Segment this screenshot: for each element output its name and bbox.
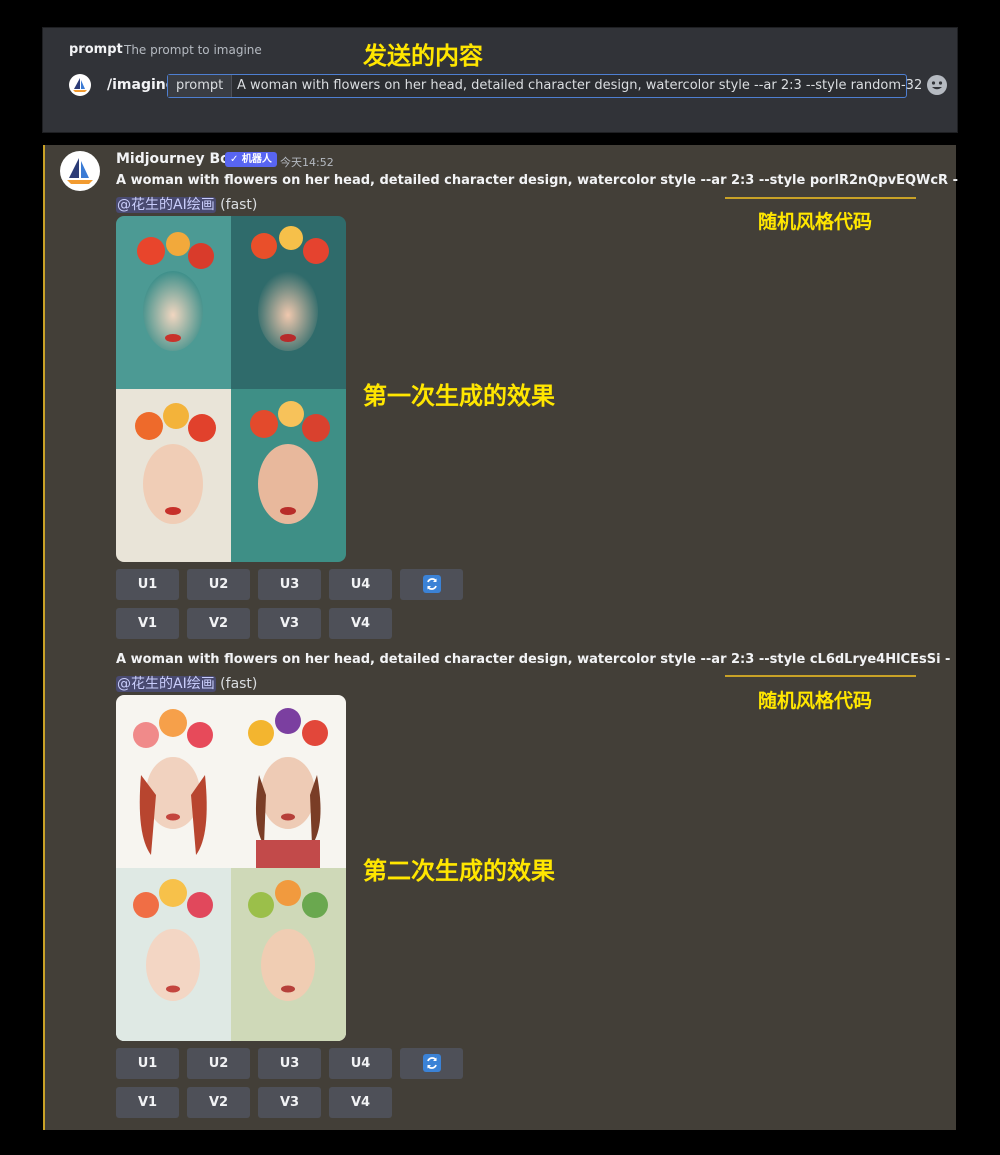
style-code-underline	[725, 675, 916, 677]
refresh-icon	[422, 575, 441, 593]
upscale-3-button[interactable]: U3	[258, 1048, 321, 1079]
image-grid[interactable]	[116, 695, 346, 1041]
prompt-text: A woman with flowers on her head, detail…	[116, 652, 951, 667]
timestamp: 今天14:52	[280, 156, 334, 169]
variation-3-button[interactable]: V3	[258, 1087, 321, 1118]
option-name: prompt	[69, 42, 123, 57]
annotation-sent-content: 发送的内容	[363, 42, 483, 70]
speed-tag: (fast)	[220, 197, 258, 213]
sailboat-icon	[61, 152, 99, 190]
variation-2-button[interactable]: V2	[187, 1087, 250, 1118]
annotation-style-code: 随机风格代码	[758, 690, 873, 712]
variation-3-button[interactable]: V3	[258, 608, 321, 639]
reroll-button[interactable]	[400, 569, 463, 600]
user-mention[interactable]: @花生的AI绘画	[116, 197, 216, 213]
mention-line: @花生的AI绘画 (fast)	[116, 673, 257, 693]
command-panel: prompt The prompt to imagine /imagine pr…	[42, 27, 958, 133]
annotation-second-result: 第二次生成的效果	[363, 857, 555, 885]
variation-1-button[interactable]: V1	[116, 1087, 179, 1118]
variation-2-button[interactable]: V2	[187, 608, 250, 639]
reroll-button[interactable]	[400, 1048, 463, 1079]
bot-name[interactable]: Midjourney Bot	[116, 151, 236, 167]
speed-tag: (fast)	[220, 676, 258, 692]
refresh-icon	[422, 1054, 441, 1072]
bot-avatar[interactable]	[60, 151, 100, 191]
upscale-2-button[interactable]: U2	[187, 1048, 250, 1079]
prompt-text: A woman with flowers on her head, detail…	[116, 173, 958, 188]
mention-line: @花生的AI绘画 (fast)	[116, 194, 257, 214]
command-input[interactable]: prompt A woman with flowers on her head,…	[167, 74, 922, 98]
upscale-2-button[interactable]: U2	[187, 569, 250, 600]
variation-4-button[interactable]: V4	[329, 1087, 392, 1118]
app-avatar	[69, 74, 91, 96]
bot-badge: ✓ 机器人	[225, 152, 277, 167]
message-panel: Midjourney Bot ✓ 机器人 今天14:52 A woman wit…	[43, 145, 958, 1130]
upscale-4-button[interactable]: U4	[329, 1048, 392, 1079]
prompt-input-value[interactable]: A woman with flowers on her head, detail…	[237, 75, 922, 97]
upscale-1-button[interactable]: U1	[116, 569, 179, 600]
generated-image-grid	[116, 695, 346, 1041]
upscale-3-button[interactable]: U3	[258, 569, 321, 600]
annotation-style-code: 随机风格代码	[758, 211, 873, 233]
prompt-field-chip[interactable]: prompt	[168, 75, 233, 97]
upscale-4-button[interactable]: U4	[329, 569, 392, 600]
emoji-icon[interactable]	[926, 74, 948, 96]
option-description: The prompt to imagine	[124, 43, 262, 57]
style-code-underline	[725, 197, 916, 199]
slash-command: /imagine	[107, 77, 176, 93]
annotation-first-result: 第一次生成的效果	[363, 382, 555, 410]
image-grid[interactable]	[116, 216, 346, 562]
generated-image-grid	[116, 216, 346, 562]
user-mention[interactable]: @花生的AI绘画	[116, 676, 216, 692]
variation-4-button[interactable]: V4	[329, 608, 392, 639]
sailboat-icon	[70, 75, 90, 95]
upscale-1-button[interactable]: U1	[116, 1048, 179, 1079]
variation-1-button[interactable]: V1	[116, 608, 179, 639]
